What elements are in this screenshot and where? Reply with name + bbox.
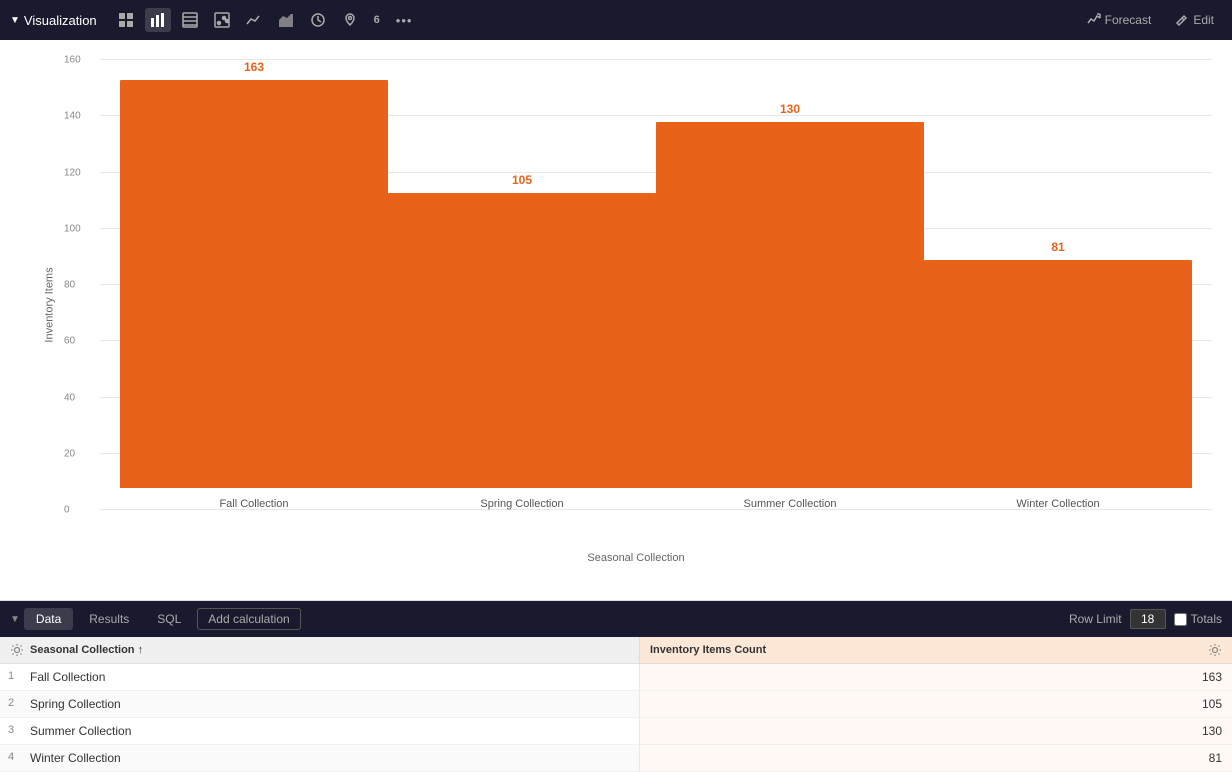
- chart-area: Inventory Items 0 20 40 60 80 100 120 140 160 16…: [0, 40, 1232, 600]
- results-tab[interactable]: Results: [77, 608, 141, 630]
- table-row[interactable]: 4Winter Collection81: [0, 745, 1232, 772]
- table-row[interactable]: 3Summer Collection130: [0, 718, 1232, 745]
- row-seasonal-name: Spring Collection: [20, 691, 640, 717]
- map-button[interactable]: [337, 8, 363, 32]
- row-limit-label: Row Limit: [1069, 612, 1122, 626]
- bar-group[interactable]: 105 Spring Collection: [388, 60, 656, 510]
- grid-label: 0: [64, 505, 70, 516]
- toolbar-left: ▼ Visualization 6 •••: [10, 8, 1079, 32]
- seasonal-gear-icon[interactable]: [10, 643, 24, 657]
- data-chevron: ▼: [10, 614, 20, 625]
- row-inventory-count: 130: [640, 718, 1232, 744]
- bar-group[interactable]: 81 Winter Collection: [924, 60, 1192, 510]
- inventory-column-header: Inventory Items Count: [640, 637, 1232, 663]
- sql-tab[interactable]: SQL: [145, 608, 193, 630]
- grid-label: 60: [64, 336, 75, 347]
- bar-category-label: Summer Collection: [744, 498, 837, 510]
- table-body: 1Fall Collection1632Spring Collection105…: [0, 664, 1232, 772]
- more-dots: •••: [396, 13, 413, 28]
- line-chart-button[interactable]: [241, 8, 267, 32]
- bar-chart-button[interactable]: [145, 8, 171, 32]
- grid-label: 160: [64, 55, 81, 66]
- bar-value-label: 105: [512, 173, 532, 187]
- x-axis-label: Seasonal Collection: [60, 552, 1212, 569]
- totals-checkbox[interactable]: [1174, 613, 1187, 626]
- number-button[interactable]: 6: [369, 10, 385, 30]
- visualization-label: Visualization: [24, 13, 97, 28]
- seasonal-column-header: Seasonal Collection ↑: [0, 637, 640, 663]
- forecast-label: Forecast: [1105, 13, 1152, 27]
- visualization-toolbar: ▼ Visualization 6 •••: [0, 0, 1232, 40]
- area-chart-button[interactable]: [273, 8, 299, 32]
- bottom-right-controls: Row Limit Totals: [1069, 609, 1222, 629]
- row-inventory-count: 163: [640, 664, 1232, 690]
- more-button[interactable]: •••: [391, 9, 418, 32]
- y-axis-label: Inventory Items: [44, 267, 56, 342]
- edit-label: Edit: [1193, 13, 1214, 27]
- bar-group[interactable]: 130 Summer Collection: [656, 60, 924, 510]
- bar-value-label: 130: [780, 102, 800, 116]
- row-inventory-count: 81: [640, 745, 1232, 771]
- add-calculation-button[interactable]: Add calculation: [197, 608, 300, 630]
- bar-rect[interactable]: [924, 260, 1192, 488]
- row-number: 1: [0, 664, 20, 690]
- chart-container: Inventory Items 020406080100120140160 16…: [60, 60, 1212, 550]
- totals-text: Totals: [1191, 612, 1222, 626]
- scatter-button[interactable]: [209, 8, 235, 32]
- bar-rect[interactable]: [656, 122, 924, 488]
- data-tab[interactable]: Data: [24, 608, 73, 630]
- chevron-icon: ▼: [10, 15, 20, 26]
- row-limit-input[interactable]: [1130, 609, 1166, 629]
- bottom-panel: ▼ Data Results SQL Add calculation Row L…: [0, 600, 1232, 772]
- inventory-gear-icon[interactable]: [1208, 643, 1222, 657]
- grid-label: 140: [64, 111, 81, 122]
- bars-area: 163 Fall Collection 105 Spring Collection 13…: [100, 60, 1212, 510]
- row-number: 3: [0, 718, 20, 744]
- bar-category-label: Spring Collection: [480, 498, 563, 510]
- edit-button[interactable]: Edit: [1167, 9, 1222, 31]
- grid-view-button[interactable]: [177, 8, 203, 32]
- row-seasonal-name: Fall Collection: [20, 664, 640, 690]
- bar-category-label: Fall Collection: [219, 498, 288, 510]
- table-view-button[interactable]: [113, 8, 139, 32]
- table-row[interactable]: 2Spring Collection105: [0, 691, 1232, 718]
- table-header: Seasonal Collection ↑ Inventory Items Co…: [0, 637, 1232, 664]
- row-seasonal-name: Winter Collection: [20, 745, 640, 771]
- toolbar-right: Forecast Edit: [1079, 9, 1222, 31]
- inventory-header-text: Inventory Items Count: [650, 644, 766, 656]
- bar-value-label: 163: [244, 60, 264, 74]
- toolbar-title: ▼ Visualization: [10, 13, 97, 28]
- grid-label: 20: [64, 448, 75, 459]
- row-inventory-count: 105: [640, 691, 1232, 717]
- bar-rect[interactable]: [120, 80, 388, 488]
- totals-label: Totals: [1174, 612, 1222, 626]
- bottom-toolbar: ▼ Data Results SQL Add calculation Row L…: [0, 601, 1232, 637]
- forecast-button[interactable]: Forecast: [1079, 9, 1160, 31]
- grid-label: 80: [64, 280, 75, 291]
- grid-label: 40: [64, 392, 75, 403]
- number-label: 6: [374, 14, 380, 26]
- bar-rect[interactable]: [388, 193, 656, 488]
- row-number: 2: [0, 691, 20, 717]
- grid-label: 120: [64, 167, 81, 178]
- table-row[interactable]: 1Fall Collection163: [0, 664, 1232, 691]
- bar-group[interactable]: 163 Fall Collection: [120, 60, 388, 510]
- seasonal-header-text: Seasonal Collection ↑: [30, 644, 143, 656]
- bar-value-label: 81: [1051, 240, 1064, 254]
- clock-button[interactable]: [305, 8, 331, 32]
- row-number: 4: [0, 745, 20, 771]
- bar-category-label: Winter Collection: [1016, 498, 1099, 510]
- grid-label: 100: [64, 223, 81, 234]
- row-seasonal-name: Summer Collection: [20, 718, 640, 744]
